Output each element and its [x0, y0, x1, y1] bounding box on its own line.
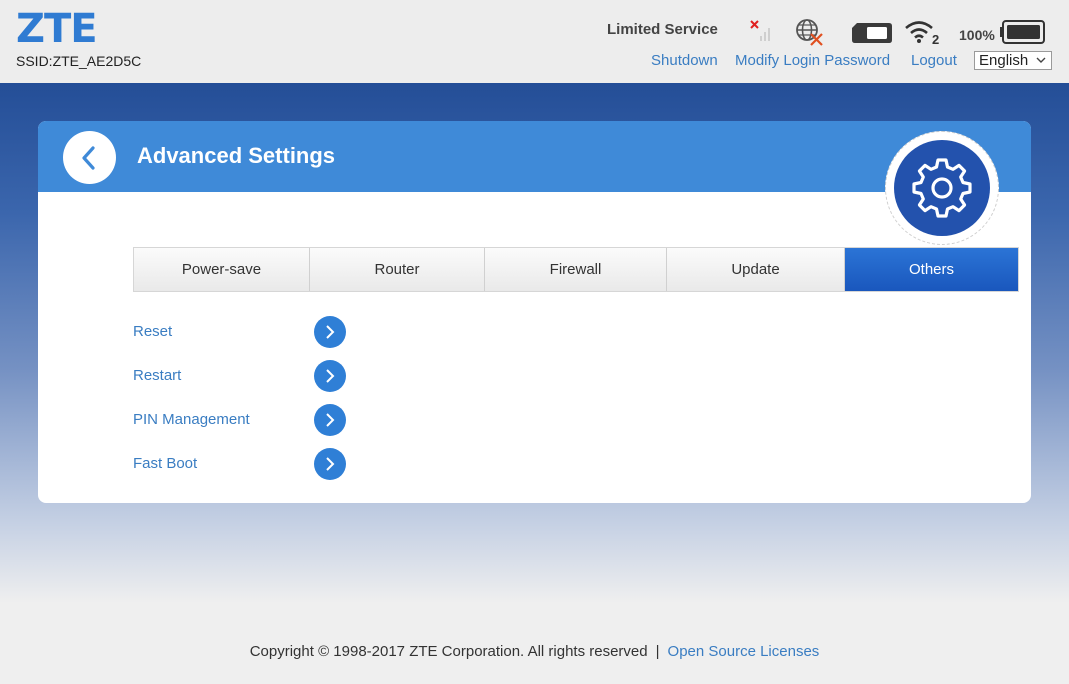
tab-power-save[interactable]: Power-save	[134, 248, 310, 291]
menu-item-label: Fast Boot	[133, 455, 198, 472]
wifi-client-count: 2	[932, 32, 939, 46]
sim-card-icon	[852, 23, 892, 43]
pin-management-arrow-button[interactable]	[314, 404, 346, 436]
top-header: ZTE SSID:ZTE_AE2D5C Limited Service 2 10…	[0, 0, 1069, 83]
network-status: Limited Service	[607, 21, 718, 38]
restart-arrow-button[interactable]	[314, 360, 346, 392]
panel-header: Advanced Settings	[38, 121, 1031, 192]
footer: Copyright © 1998-2017 ZTE Corporation. A…	[0, 643, 1069, 660]
open-source-licenses-link[interactable]: Open Source Licenses	[668, 643, 820, 660]
language-selected: English	[979, 52, 1029, 69]
menu-item-reset[interactable]: Reset	[133, 315, 353, 349]
fast-boot-arrow-button[interactable]	[314, 448, 346, 480]
tab-firewall[interactable]: Firewall	[485, 248, 667, 291]
footer-separator: |	[655, 643, 660, 660]
signal-no-service-icon	[750, 20, 770, 41]
menu-item-restart[interactable]: Restart	[133, 359, 353, 393]
chevron-right-icon	[326, 457, 335, 471]
battery-icon	[1000, 20, 1045, 44]
copyright-text: Copyright © 1998-2017 ZTE Corporation. A…	[249, 643, 648, 660]
page-title: Advanced Settings	[137, 143, 336, 168]
back-button[interactable]	[63, 131, 116, 184]
modify-login-password-link[interactable]: Modify Login Password	[735, 52, 890, 69]
language-select[interactable]: English	[974, 51, 1052, 70]
advanced-settings-panel: Advanced Settings Power-save Router Fire…	[38, 121, 1031, 503]
tab-update[interactable]: Update	[667, 248, 845, 291]
logout-link[interactable]: Logout	[911, 52, 957, 69]
chevron-right-icon	[326, 369, 335, 383]
chevron-right-icon	[326, 413, 335, 427]
wifi-icon: 2	[905, 21, 939, 46]
ssid-label: SSID:ZTE_AE2D5C	[16, 53, 142, 69]
menu-item-label: Reset	[133, 323, 173, 340]
tab-router[interactable]: Router	[310, 248, 485, 291]
chevron-down-icon	[1036, 52, 1046, 75]
tab-others[interactable]: Others	[845, 248, 1018, 291]
menu-item-pin-management[interactable]: PIN Management	[133, 403, 353, 437]
gear-icon	[912, 158, 972, 218]
menu-item-label: Restart	[133, 367, 182, 384]
menu-item-fast-boot[interactable]: Fast Boot	[133, 447, 353, 481]
menu-item-label: PIN Management	[133, 411, 250, 428]
chevron-right-icon	[326, 325, 335, 339]
settings-badge	[885, 131, 999, 245]
battery-percent: 100%	[959, 27, 995, 43]
chevron-left-icon	[82, 146, 95, 170]
settings-tabs: Power-save Router Firewall Update Others	[133, 247, 1019, 292]
settings-badge-circle	[894, 140, 990, 236]
globe-disconnected-icon	[796, 19, 823, 46]
reset-arrow-button[interactable]	[314, 316, 346, 348]
shutdown-link[interactable]: Shutdown	[651, 52, 718, 69]
zte-logo: ZTE	[16, 6, 98, 52]
